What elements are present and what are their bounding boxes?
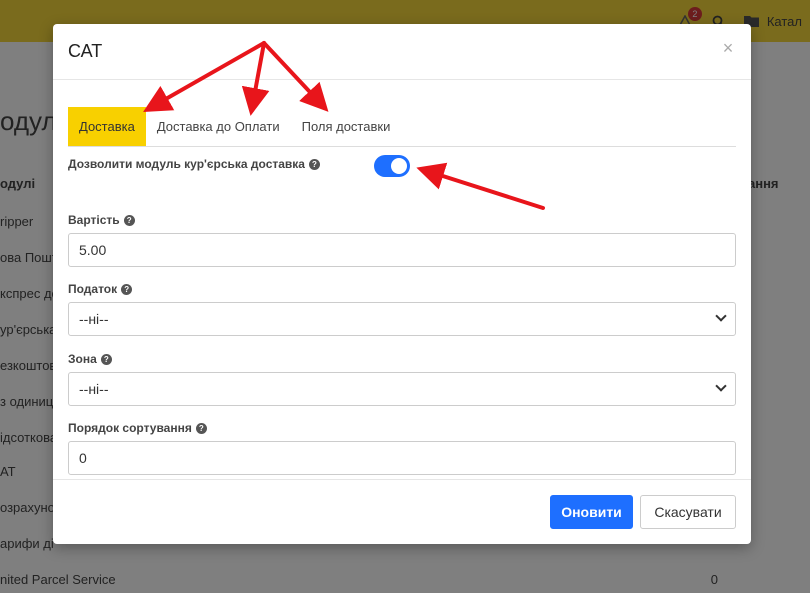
- cost-label-text: Вартість: [68, 213, 120, 227]
- help-icon[interactable]: ?: [100, 353, 112, 365]
- enable-module-toggle[interactable]: [374, 155, 410, 177]
- modal-tabs: Доставка Доставка до Оплати Поля доставк…: [68, 107, 736, 147]
- cost-label: Вартість ?: [68, 213, 736, 227]
- tab-delivery-fields[interactable]: Поля доставки: [291, 107, 402, 146]
- help-icon[interactable]: ?: [308, 158, 320, 170]
- enable-module-label-text: Дозволити модуль кур'єрська доставка: [68, 157, 305, 171]
- update-button[interactable]: Оновити: [550, 495, 633, 529]
- sort-order-label: Порядок сортування ?: [68, 421, 736, 435]
- help-icon[interactable]: ?: [123, 214, 135, 226]
- tax-label: Податок ?: [68, 282, 736, 296]
- tax-select-value: --ні--: [79, 311, 109, 327]
- tax-group: Податок ? --ні--: [68, 282, 736, 336]
- cost-group: Вартість ? 5.00: [68, 213, 736, 267]
- sort-order-label-text: Порядок сортування: [68, 421, 192, 435]
- chevron-down-icon: [715, 380, 727, 392]
- settings-form: Дозволити модуль кур'єрська доставка ? В…: [68, 155, 736, 475]
- toggle-knob: [391, 158, 407, 174]
- modal-footer: Оновити Скасувати: [53, 479, 751, 544]
- tax-select[interactable]: --ні--: [68, 302, 736, 336]
- tab-delivery-to-payment[interactable]: Доставка до Оплати: [146, 107, 291, 146]
- tab-delivery[interactable]: Доставка: [68, 107, 146, 146]
- modal-title: САТ: [68, 41, 103, 61]
- zone-label-text: Зона: [68, 352, 97, 366]
- sort-order-group: Порядок сортування ? 0: [68, 421, 736, 475]
- tax-label-text: Податок: [68, 282, 118, 296]
- shipping-module-modal: САТ × Доставка Доставка до Оплати Поля д…: [53, 24, 751, 544]
- cancel-button[interactable]: Скасувати: [640, 495, 736, 529]
- close-icon[interactable]: ×: [719, 38, 737, 58]
- help-icon[interactable]: ?: [121, 283, 133, 295]
- zone-group: Зона ? --ні--: [68, 352, 736, 406]
- cost-input[interactable]: 5.00: [68, 233, 736, 267]
- enable-module-row: Дозволити модуль кур'єрська доставка ?: [68, 155, 736, 205]
- modal-header: САТ ×: [53, 24, 751, 80]
- help-icon[interactable]: ?: [195, 422, 207, 434]
- chevron-down-icon: [715, 310, 727, 322]
- zone-select-value: --ні--: [79, 381, 109, 397]
- sort-order-input[interactable]: 0: [68, 441, 736, 475]
- zone-label: Зона ?: [68, 352, 736, 366]
- zone-select[interactable]: --ні--: [68, 372, 736, 406]
